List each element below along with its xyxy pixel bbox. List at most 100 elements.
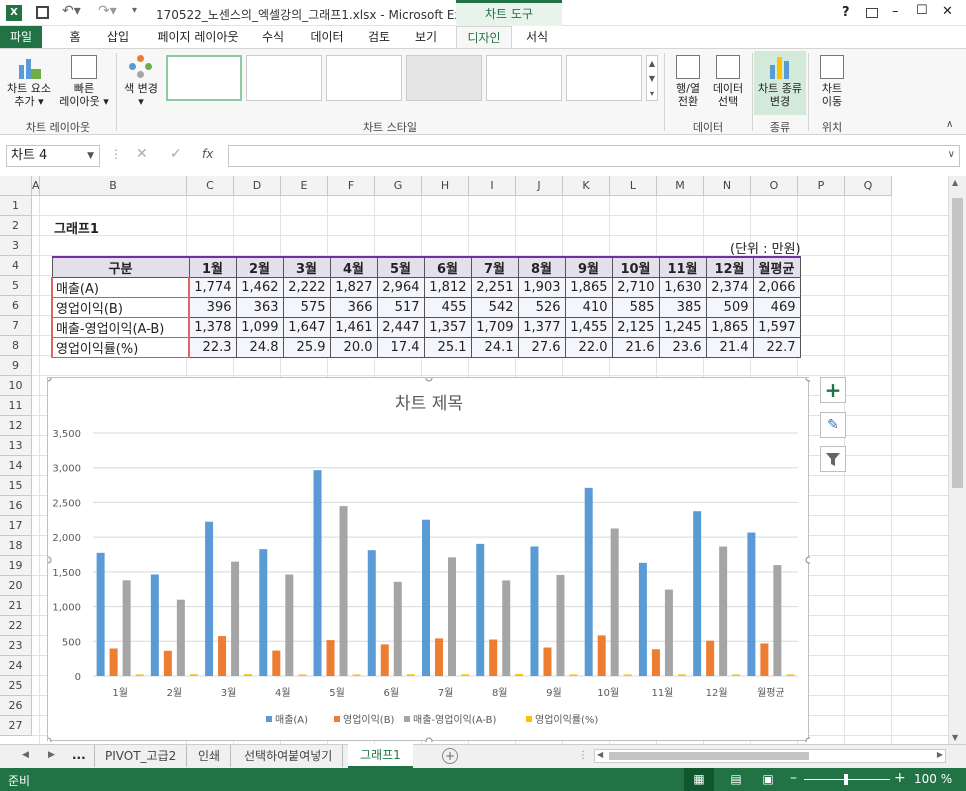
data-cell[interactable]: 22.0 — [564, 337, 613, 358]
qat-menu-icon[interactable]: ▾ — [132, 5, 137, 16]
data-cell[interactable]: 1,709 — [470, 317, 519, 338]
row-header[interactable]: 18 — [0, 536, 32, 556]
row-header[interactable]: 4 — [0, 256, 32, 276]
change-chart-type-button[interactable]: 차트 종류 변경 — [754, 51, 806, 115]
column-header[interactable]: P — [798, 176, 845, 196]
horizontal-scrollbar[interactable]: ◀ ▶ — [594, 749, 946, 763]
sheet-tab-more[interactable]: ... — [72, 748, 86, 762]
data-cell[interactable]: 27.6 — [517, 337, 566, 358]
column-header[interactable]: G — [375, 176, 422, 196]
vertical-scroll-thumb[interactable] — [952, 198, 963, 488]
data-cell[interactable]: 22.7 — [752, 337, 801, 358]
data-cell[interactable]: 1,462 — [235, 277, 284, 298]
table-header-cell[interactable]: 1월 — [188, 256, 237, 278]
row-header[interactable]: 25 — [0, 676, 32, 696]
sheet-tab-pivot[interactable]: PIVOT_고급2 — [94, 745, 188, 767]
row-header[interactable]: 6 — [0, 296, 32, 316]
tab-review[interactable]: 검토 — [360, 26, 398, 48]
data-cell[interactable]: 1,357 — [423, 317, 472, 338]
data-cell[interactable]: 1,865 — [564, 277, 613, 298]
row-header[interactable]: 13 — [0, 436, 32, 456]
table-header-cell[interactable]: 월평균 — [752, 256, 801, 278]
table-header-cell[interactable]: 11월 — [658, 256, 707, 278]
change-colors-button[interactable]: 색 변경 ▾ — [120, 55, 162, 108]
row-header[interactable]: 22 — [0, 616, 32, 636]
sheet-tab-paste-special[interactable]: 선택하여붙여넣기 — [234, 745, 344, 767]
data-cell[interactable]: 366 — [329, 297, 378, 318]
page-break-view-button[interactable]: ▣ — [758, 768, 778, 791]
page-layout-view-button[interactable]: ▤ — [726, 768, 746, 791]
column-header[interactable]: J — [516, 176, 563, 196]
row-header[interactable]: 27 — [0, 716, 32, 736]
zoom-out-button[interactable]: – — [790, 770, 797, 786]
data-cell[interactable]: 469 — [752, 297, 801, 318]
data-cell[interactable]: 396 — [188, 297, 237, 318]
data-cell[interactable]: 1,827 — [329, 277, 378, 298]
row-header[interactable]: 21 — [0, 596, 32, 616]
tab-insert[interactable]: 삽입 — [100, 26, 136, 48]
data-cell[interactable]: 385 — [658, 297, 707, 318]
column-header[interactable]: N — [704, 176, 751, 196]
normal-view-button[interactable]: ▦ — [684, 768, 714, 791]
chevron-down-icon[interactable]: ∨ — [948, 149, 955, 160]
data-cell[interactable]: 2,374 — [705, 277, 754, 298]
column-header[interactable]: F — [328, 176, 375, 196]
sheet-tab-print[interactable]: 인쇄 — [188, 745, 232, 767]
tab-format[interactable]: 서식 — [514, 26, 560, 48]
column-header[interactable]: D — [234, 176, 281, 196]
chart-styles-brush-icon[interactable]: ✎ — [820, 412, 846, 438]
data-cell[interactable]: 526 — [517, 297, 566, 318]
row-header[interactable]: 14 — [0, 456, 32, 476]
select-data-button[interactable]: 데이터 선택 — [708, 55, 748, 108]
data-cell[interactable]: 25.9 — [282, 337, 331, 358]
select-all-corner[interactable] — [0, 176, 32, 196]
column-header[interactable]: A — [32, 176, 40, 196]
data-cell[interactable]: 1,812 — [423, 277, 472, 298]
data-cell[interactable]: 1,630 — [658, 277, 707, 298]
row-header[interactable]: 20 — [0, 576, 32, 596]
data-cell[interactable]: 22.3 — [188, 337, 237, 358]
row-header[interactable]: 24 — [0, 656, 32, 676]
add-sheet-button[interactable]: + — [442, 748, 458, 764]
table-header-cell[interactable]: 10월 — [611, 256, 660, 278]
sheet-tab-graph1[interactable]: 그래프1 — [348, 744, 413, 768]
data-cell[interactable]: 455 — [423, 297, 472, 318]
column-header[interactable]: L — [610, 176, 657, 196]
data-cell[interactable]: 2,066 — [752, 277, 801, 298]
row-header[interactable]: 7 — [0, 316, 32, 336]
data-cell[interactable]: 2,125 — [611, 317, 660, 338]
data-cell[interactable]: 2,710 — [611, 277, 660, 298]
chart-elements-button[interactable]: + — [820, 377, 846, 403]
data-cell[interactable]: 2,222 — [282, 277, 331, 298]
data-cell[interactable]: 363 — [235, 297, 284, 318]
data-cell[interactable]: 517 — [376, 297, 425, 318]
next-sheet-icon[interactable]: ▶ — [48, 750, 55, 760]
data-cell[interactable]: 1,597 — [752, 317, 801, 338]
row-header[interactable]: 12 — [0, 416, 32, 436]
data-cell[interactable]: 2,447 — [376, 317, 425, 338]
data-cell[interactable]: 410 — [564, 297, 613, 318]
collapse-ribbon-icon[interactable]: ∧ — [946, 119, 953, 130]
row-header[interactable]: 1 — [0, 196, 32, 216]
tab-home[interactable]: 홈 — [58, 26, 92, 48]
table-header-cell[interactable]: 7월 — [470, 256, 519, 278]
row-header[interactable]: 11 — [0, 396, 32, 416]
row-header[interactable]: 19 — [0, 556, 32, 576]
data-cell[interactable]: 17.4 — [376, 337, 425, 358]
data-cell[interactable]: 542 — [470, 297, 519, 318]
add-chart-element-button[interactable]: 차트 요소 추가 ▾ — [4, 55, 54, 108]
row-header[interactable]: 23 — [0, 636, 32, 656]
zoom-slider[interactable] — [804, 774, 890, 785]
cancel-icon[interactable]: ✕ — [136, 146, 148, 162]
row-header[interactable]: 16 — [0, 496, 32, 516]
formula-input[interactable]: ∨ — [228, 145, 960, 167]
data-cell[interactable]: 1,245 — [658, 317, 707, 338]
tab-design[interactable]: 디자인 — [456, 26, 512, 48]
row-header[interactable]: 3 — [0, 236, 32, 256]
row-header[interactable]: 8 — [0, 336, 32, 356]
close-button[interactable]: ✕ — [942, 4, 953, 19]
style-gallery-scroll[interactable]: ▲ ▼ ▾ — [646, 55, 658, 101]
column-header[interactable]: H — [422, 176, 469, 196]
data-cell[interactable]: 21.4 — [705, 337, 754, 358]
prev-sheet-icon[interactable]: ◀ — [22, 750, 29, 760]
